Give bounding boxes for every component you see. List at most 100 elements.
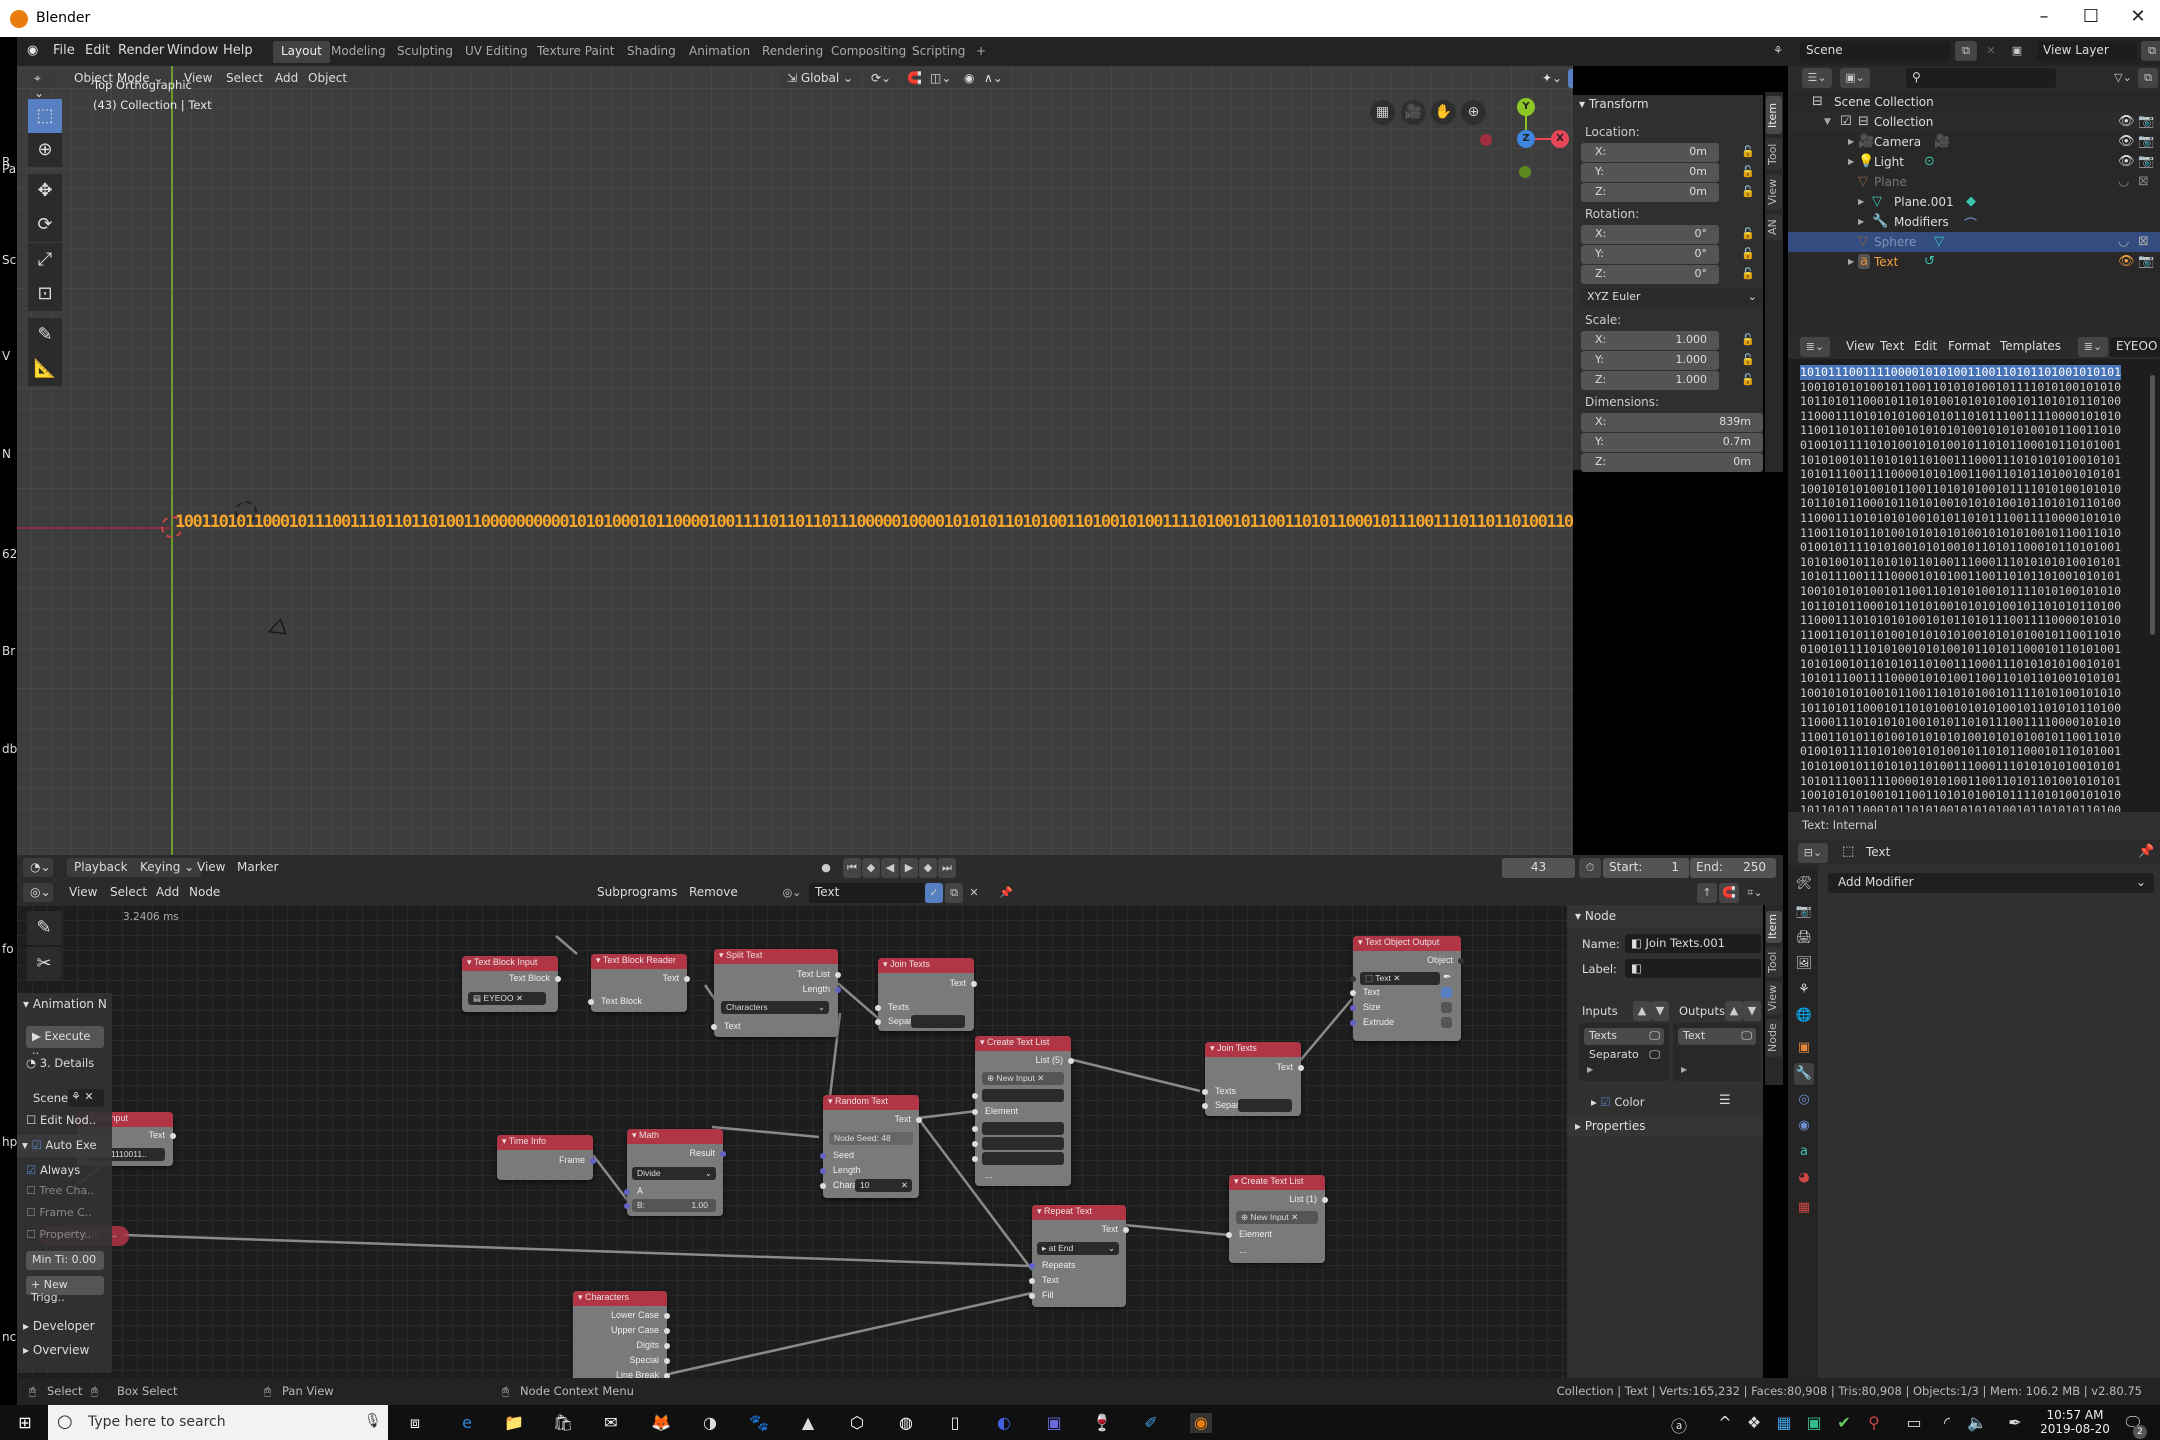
transform-header[interactable]: ▾ Transform [1579,97,1649,111]
render-camera-icon[interactable]: 📷 [2138,254,2154,269]
add-menu[interactable]: Add [268,69,306,88]
marker-menu[interactable]: Marker [237,860,278,874]
menu-view[interactable]: View [1846,339,1874,353]
node-text-object-output[interactable]: ▾ Text Object Output Object ⬚ Text ✕ ✒ T… [1350,936,1464,1041]
remove-button[interactable]: Remove [689,885,738,899]
material-icon[interactable]: ◕ [1794,1167,1814,1189]
object-menu[interactable]: Object [301,69,355,88]
lock-icon[interactable]: 🔓 [1741,267,1755,280]
input-socket[interactable] [711,1024,717,1030]
links-cut-tool[interactable]: ✂ [27,947,61,981]
input-socket[interactable] [972,1109,978,1115]
zoom-view-icon[interactable]: ⊕ [1461,100,1486,125]
node-name-input[interactable]: ◧ Join Texts.001 [1625,934,1761,953]
node-header[interactable]: ▾ Join Texts [1205,1042,1301,1057]
snap-mode-icon[interactable]: ⌗⌄ [1741,883,1769,903]
view-layer-icon[interactable]: ▣ [2006,41,2028,61]
menu-render[interactable]: Render [118,43,164,58]
move-up-icon[interactable]: ▲ [1725,1001,1743,1021]
select-menu[interactable]: Select [110,885,147,899]
math-operation-select[interactable]: Divide ⌄ [632,1167,716,1180]
expand-icon[interactable]: ▶ [1848,157,1854,166]
node-header[interactable]: ▾ Create Text List [975,1036,1071,1051]
checkbox-icon[interactable]: ☑ [1840,114,1852,129]
mail-icon[interactable]: ✉ [600,1413,622,1433]
move-tool[interactable]: ✥ [28,174,62,208]
lock-icon[interactable]: 🔓 [1741,333,1755,346]
modifier-wrench-icon[interactable]: 🔧 [1794,1063,1814,1085]
falloff-icon[interactable]: ∧⌄ [977,69,1010,88]
menu-edit[interactable]: Edit [1914,339,1937,353]
output-socket[interactable] [835,987,841,993]
eye-icon[interactable]: 👁 [2118,154,2135,169]
render-camera-icon[interactable]: 📷 [2138,134,2154,149]
orientation-selector[interactable]: ⇲ Global ⌄ [780,69,861,88]
input-socket[interactable] [875,1005,881,1011]
node-join-texts-001[interactable]: ▾ Join Texts Text Texts Separ [1202,1042,1304,1116]
outliner-item[interactable]: ▼ ☑ ⊟ Collection 👁 📷 [1788,112,2160,132]
node-text-block-input[interactable]: ▾ Text Block Input Text Block ▤ EYEOO ✕ [462,956,561,1012]
outliner-item[interactable]: ▶ 💡 Light ⊙ 👁 📷 [1788,152,2160,172]
text-line[interactable]: 1010100101101010110100111000111010101010… [1800,657,2121,672]
node-create-text-list[interactable]: ▾ Create Text List List (5) ⊕ New Input … [972,1036,1074,1186]
output-socket[interactable] [684,976,690,982]
outliner-item[interactable]: ⊟ Scene Collection [1788,92,2160,112]
camera-object-icon[interactable]: ◁ [263,614,287,643]
output-socket[interactable] [1322,1197,1328,1203]
list-expand-icon[interactable]: ▶ [1681,1065,1687,1074]
text-line[interactable]: 1010111001111000010101001100110101101001… [1800,467,2121,482]
input-socket[interactable] [1029,1263,1035,1269]
tab-uv-editing[interactable]: UV Editing [457,41,536,63]
input-socket[interactable] [820,1183,826,1189]
texture-icon[interactable]: ▦ [1794,1197,1814,1219]
tool-settings-icon[interactable]: 🛠 [1794,873,1814,895]
clock[interactable]: 10:57 AM 2019-08-20 [2040,1408,2110,1436]
separator-input[interactable] [911,1015,965,1028]
new-input-button[interactable]: ⊕ New Input ✕ [982,1072,1064,1085]
node-header[interactable]: ▾ Text Block Input [462,956,558,971]
expand-icon[interactable]: ▶ [1858,197,1864,206]
display-mode-icon[interactable]: ▣⌄ [1840,68,1870,88]
pivot-point-icon[interactable]: ⟳⌄ [864,69,899,88]
node-repeat-text[interactable]: ▾ Repeat Text Text ▸ at End ⌄ Repeats Tex… [1029,1205,1129,1307]
node-panel-header[interactable]: ▾ Node [1567,905,1763,927]
text-line[interactable]: 1011010110001011010100101010100101101010… [1800,701,2121,716]
node-header[interactable]: ▾ Random Text [823,1095,919,1110]
store-icon[interactable]: 🛍 [552,1413,574,1433]
tab-node[interactable]: Node [1766,1019,1782,1057]
move-up-icon[interactable]: ▲ [1633,1001,1651,1021]
input-socket[interactable] [972,1093,978,1099]
blender-taskbar-icon[interactable]: ◉ [1190,1413,1212,1433]
next-keyframe-icon[interactable]: ◆ [919,858,937,878]
input-socket[interactable] [820,1153,826,1159]
output-socket[interactable] [664,1313,670,1319]
node-header[interactable]: ▾ Characters [573,1291,667,1306]
property-changes-checkbox[interactable]: ☐ Property.. [26,1228,91,1241]
node-header[interactable]: ▾ Create Text List [1229,1175,1325,1190]
output-socket[interactable] [664,1358,670,1364]
tab-item[interactable]: Item [1766,96,1782,134]
app-icon[interactable]: ✐ [1140,1413,1162,1433]
dropbox-icon[interactable]: ❖ [1743,1413,1765,1433]
view-layer-icon[interactable]: 🖼 [1794,953,1814,975]
output-socket[interactable] [664,1343,670,1349]
move-down-icon[interactable]: ▼ [1651,1001,1669,1021]
add-workspace-button[interactable]: + [968,41,994,63]
tab-an[interactable]: AN [1766,214,1782,240]
text-line[interactable]: 1100011101010101001010110101110011110000… [1800,511,2121,526]
node-header[interactable]: ▾ Text Block Reader [591,954,687,969]
text-line[interactable]: 1001010101001011001101010100101111010100… [1800,788,2121,803]
expand-icon[interactable]: ▶ [1848,257,1854,266]
eye-closed-icon[interactable]: ◡ [2118,234,2129,249]
tab-tool[interactable]: Tool [1766,138,1782,170]
battery-icon[interactable]: ▭ [1903,1413,1925,1433]
output-socket[interactable] [971,981,977,987]
output-socket[interactable] [1298,1065,1304,1071]
measure-tool[interactable]: 📐 [28,352,62,386]
tray-app-icon[interactable]: ▣ [1803,1413,1825,1433]
scale-tool[interactable]: ⤢ [28,243,62,277]
volume-icon[interactable]: 🔈 [1966,1413,1988,1433]
input-socket[interactable] [624,1203,630,1209]
text-element-input[interactable] [982,1137,1064,1150]
menu-file[interactable]: File [53,43,75,58]
